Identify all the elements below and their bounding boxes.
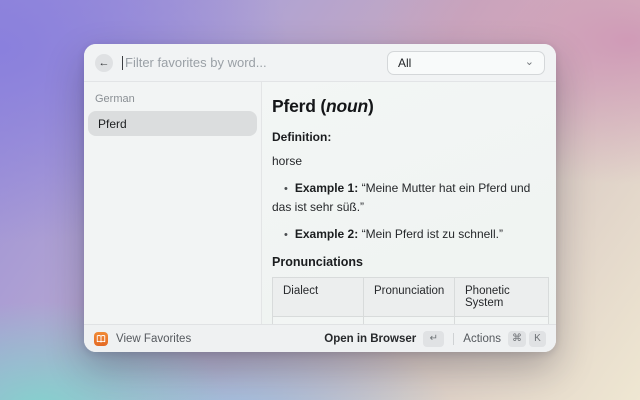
paren-open: ( [316, 96, 326, 116]
open-in-browser-action[interactable]: Open in Browser [324, 333, 416, 345]
example-item: • Example 2: “Mein Pferd ist zu schnell.” [272, 225, 548, 244]
view-favorites-label: View Favorites [116, 333, 191, 345]
sidebar-item-pferd[interactable]: Pferd [88, 111, 257, 136]
enter-keycap: ↵ [423, 331, 444, 347]
table-cell-phonetic-system: ipa [455, 316, 549, 324]
part-of-speech: noun [326, 96, 368, 116]
example-label: Example 2: [295, 227, 358, 241]
navigation-bar: ← All ⌄ [84, 44, 556, 82]
sidebar: German Pferd [84, 82, 262, 324]
dropdown-value: All [398, 56, 411, 70]
table-header-cell: Phonetic System [455, 277, 549, 316]
back-button[interactable]: ← [95, 54, 113, 72]
cmd-keycap: ⌘ [508, 331, 526, 347]
footer-divider [453, 333, 454, 345]
bullet-icon: • [284, 229, 288, 241]
definition-label: Definition: [272, 130, 548, 144]
definition-text: horse [272, 154, 548, 168]
table-cell-pronunciation: /pfeːrt/, [(p)feːɐ̯t], /feːrt/, [feːɐ̯t]… [364, 316, 455, 324]
table-row: - /pfeːrt/, [(p)feːɐ̯t], /feːrt/, [feːɐ̯… [273, 316, 549, 324]
k-keycap: K [529, 331, 546, 347]
sidebar-item-label: Pferd [98, 117, 127, 131]
desktop-background: { "window": { "topbar": { "back_icon": "… [0, 0, 640, 400]
content-area: German Pferd Pferd (noun) Definition: ho… [84, 82, 556, 324]
entry-word: Pferd [272, 96, 316, 116]
table-header-row: Dialect Pronunciation Phonetic System [273, 277, 549, 316]
table-header-cell: Dialect [273, 277, 364, 316]
filter-input[interactable] [123, 55, 387, 70]
status-bar: View Favorites Open in Browser ↵ Actions… [84, 324, 556, 352]
app-window: ← All ⌄ German Pferd Pferd (noun) Defini… [84, 44, 556, 352]
actions-button[interactable]: Actions [463, 333, 501, 345]
example-item: •Example 1: “Meine Mutter hat ein Pferd … [272, 179, 548, 217]
open-book-icon [94, 332, 108, 346]
example-text: “Mein Pferd ist zu schnell.” [362, 227, 503, 241]
type-filter-dropdown[interactable]: All ⌄ [387, 51, 545, 75]
pronunciations-heading: Pronunciations [272, 255, 548, 269]
table-cell-dialect: - [273, 316, 364, 324]
entry-title: Pferd (noun) [272, 96, 548, 117]
sidebar-section-label: German [88, 90, 257, 111]
pronunciations-table: Dialect Pronunciation Phonetic System - … [272, 277, 549, 324]
back-arrow-icon: ← [99, 57, 110, 69]
chevron-down-icon: ⌄ [525, 57, 534, 68]
example-label: Example 1: [295, 181, 358, 195]
detail-panel: Pferd (noun) Definition: horse • Example … [262, 82, 556, 324]
paren-close: ) [368, 96, 374, 116]
table-header-cell: Pronunciation [364, 277, 455, 316]
bullet-icon: • [284, 183, 288, 195]
